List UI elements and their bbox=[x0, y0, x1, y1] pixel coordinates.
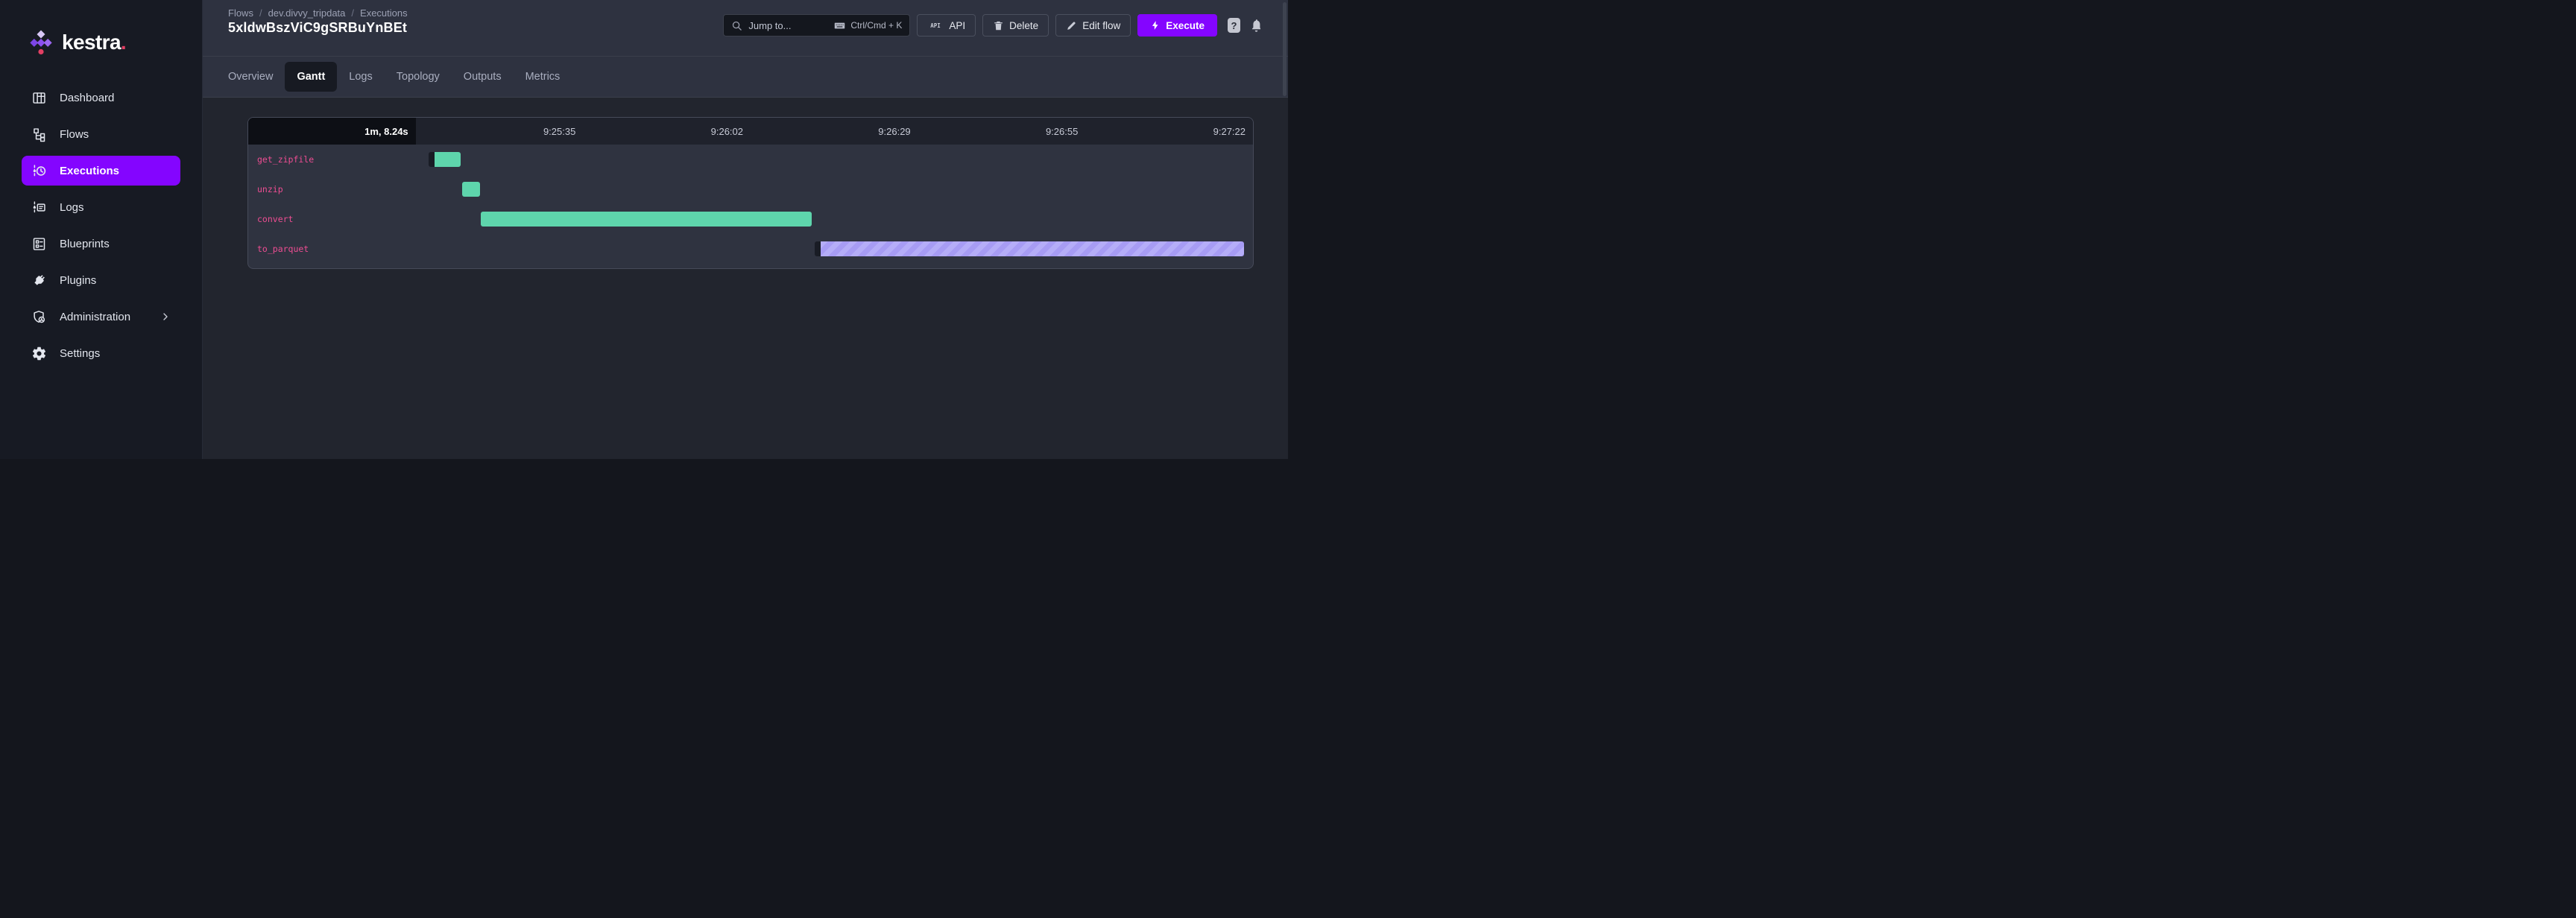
task-bar-convert[interactable] bbox=[481, 212, 812, 227]
sidebar-item-label: Settings bbox=[60, 347, 100, 360]
notifications-bell-icon[interactable] bbox=[1249, 19, 1263, 33]
sidebar-item-label: Logs bbox=[60, 201, 84, 214]
breadcrumb-executions[interactable]: Executions bbox=[360, 7, 408, 19]
kestra-logo[interactable]: kestra. bbox=[28, 28, 126, 57]
lightning-bolt-icon bbox=[1150, 20, 1161, 31]
gantt-tick: 9:26:55 bbox=[918, 118, 1086, 145]
keyboard-icon bbox=[833, 19, 846, 32]
pencil-icon bbox=[1066, 20, 1077, 31]
kestra-app: kestra. Dashboard Flows Executions bbox=[0, 0, 1288, 459]
kestra-logo-text: kestra. bbox=[62, 32, 126, 53]
gantt-tick: 9:27:22 bbox=[1085, 118, 1253, 145]
api-icon: API bbox=[927, 18, 944, 33]
gantt-tick: 9:25:35 bbox=[416, 118, 584, 145]
gantt-row-get-zipfile: get_zipfile bbox=[248, 145, 1253, 174]
chevron-right-icon bbox=[160, 311, 171, 323]
sidebar-item-executions[interactable]: Executions bbox=[22, 156, 180, 186]
task-bar-get-zipfile[interactable] bbox=[429, 152, 461, 167]
trash-icon bbox=[993, 20, 1004, 31]
delete-button[interactable]: Delete bbox=[982, 14, 1049, 37]
flows-icon bbox=[31, 126, 47, 142]
gantt-tick: 9:26:29 bbox=[751, 118, 918, 145]
blueprints-icon bbox=[31, 235, 47, 252]
execute-button[interactable]: Execute bbox=[1137, 14, 1217, 37]
jump-to-search[interactable]: Jump to... Ctrl/Cmd + K bbox=[723, 14, 910, 37]
tab-logs[interactable]: Logs bbox=[337, 62, 384, 92]
search-icon bbox=[731, 20, 742, 31]
tab-outputs[interactable]: Outputs bbox=[452, 62, 514, 92]
sidebar-item-flows[interactable]: Flows bbox=[22, 119, 180, 149]
sidebar-item-label: Blueprints bbox=[60, 238, 110, 250]
sidebar-item-blueprints[interactable]: Blueprints bbox=[22, 229, 180, 259]
breadcrumb-separator: / bbox=[259, 7, 262, 19]
breadcrumb-separator: / bbox=[351, 7, 354, 19]
bar-created-segment bbox=[815, 241, 821, 256]
tabs-bar: Overview Gantt Logs Topology Outputs Met… bbox=[203, 57, 1288, 98]
gantt-tick: 9:26:02 bbox=[583, 118, 751, 145]
edit-flow-button[interactable]: Edit flow bbox=[1055, 14, 1131, 37]
task-label[interactable]: convert bbox=[257, 214, 293, 224]
gantt-row-convert: convert bbox=[248, 204, 1253, 234]
plugins-icon bbox=[31, 272, 47, 288]
sidebar-item-administration[interactable]: Administration bbox=[22, 302, 180, 332]
sidebar-item-label: Flows bbox=[60, 128, 89, 141]
bar-main-segment bbox=[462, 182, 480, 197]
tab-gantt[interactable]: Gantt bbox=[285, 62, 337, 92]
sidebar-item-label: Plugins bbox=[60, 274, 96, 287]
gantt-time-axis: 1m, 8.24s 9:25:35 9:26:02 9:26:29 9:26:5… bbox=[248, 118, 1253, 145]
gantt-panel: 1m, 8.24s 9:25:35 9:26:02 9:26:29 9:26:5… bbox=[247, 117, 1254, 269]
scrollbar-thumb[interactable] bbox=[1283, 2, 1287, 96]
breadcrumb-namespace[interactable]: dev.divvy_tripdata bbox=[268, 7, 346, 19]
search-shortcut: Ctrl/Cmd + K bbox=[833, 19, 902, 32]
dashboard-icon bbox=[31, 89, 47, 106]
sidebar-item-label: Dashboard bbox=[60, 92, 114, 104]
tab-overview[interactable]: Overview bbox=[216, 62, 285, 92]
page-title: 5xldwBszViC9gSRBuYnBEt bbox=[228, 20, 407, 36]
sidebar-item-label: Executions bbox=[60, 165, 119, 177]
gantt-row-unzip: unzip bbox=[248, 174, 1253, 204]
task-label[interactable]: to_parquet bbox=[257, 244, 309, 254]
api-button[interactable]: API API bbox=[917, 14, 976, 37]
topbar: Flows / dev.divvy_tripdata / Executions … bbox=[203, 0, 1288, 57]
sidebar-item-dashboard[interactable]: Dashboard bbox=[22, 83, 180, 113]
bar-main-segment bbox=[481, 212, 812, 227]
sidebar: kestra. Dashboard Flows Executions bbox=[0, 0, 203, 459]
tab-metrics[interactable]: Metrics bbox=[514, 62, 572, 92]
task-bar-to-parquet[interactable] bbox=[815, 241, 1244, 256]
sidebar-item-logs[interactable]: Logs bbox=[22, 192, 180, 222]
bar-created-segment bbox=[429, 152, 435, 167]
kestra-logo-icon bbox=[28, 28, 54, 57]
breadcrumb: Flows / dev.divvy_tripdata / Executions bbox=[228, 7, 408, 19]
task-label[interactable]: unzip bbox=[257, 184, 283, 194]
task-label[interactable]: get_zipfile bbox=[257, 154, 314, 165]
gantt-rows: get_zipfile unzip convert bbox=[248, 145, 1253, 268]
sidebar-item-label: Administration bbox=[60, 311, 130, 323]
gantt-duration-cell: 1m, 8.24s bbox=[248, 118, 416, 145]
tab-topology[interactable]: Topology bbox=[385, 62, 452, 92]
settings-icon bbox=[31, 345, 47, 361]
sidebar-item-plugins[interactable]: Plugins bbox=[22, 265, 180, 295]
administration-icon bbox=[31, 308, 47, 325]
help-icon[interactable]: ? bbox=[1228, 18, 1240, 33]
breadcrumb-flows[interactable]: Flows bbox=[228, 7, 253, 19]
bar-main-segment bbox=[435, 152, 461, 167]
topbar-actions: Jump to... Ctrl/Cmd + K API API De bbox=[723, 14, 1263, 37]
svg-text:API: API bbox=[931, 22, 941, 29]
task-bar-unzip[interactable] bbox=[462, 182, 480, 197]
executions-icon bbox=[31, 162, 47, 179]
logo-dot: . bbox=[121, 31, 126, 54]
logs-icon bbox=[31, 199, 47, 215]
bar-main-segment bbox=[821, 241, 1244, 256]
search-placeholder: Jump to... bbox=[748, 20, 791, 31]
sidebar-item-settings[interactable]: Settings bbox=[22, 338, 180, 368]
gantt-row-to-parquet: to_parquet bbox=[248, 234, 1253, 264]
sidebar-nav: Dashboard Flows Executions Logs bbox=[22, 83, 180, 375]
